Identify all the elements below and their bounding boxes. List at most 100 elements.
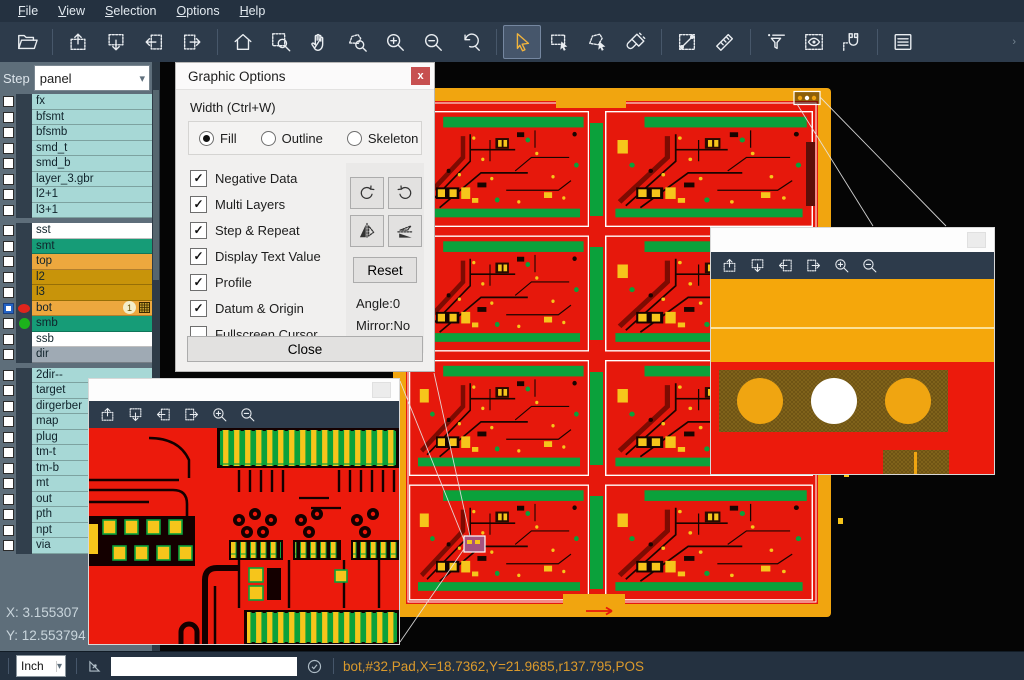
layer-active-indicator[interactable] — [16, 445, 32, 461]
panel-move-right-icon[interactable] — [173, 25, 211, 59]
zoom-in-icon[interactable] — [211, 406, 228, 423]
grid-icon[interactable] — [139, 302, 150, 313]
layer-active-indicator[interactable] — [16, 156, 32, 172]
layer-visibility-checkbox[interactable] — [0, 254, 16, 270]
layer-visibility-checkbox[interactable] — [0, 476, 16, 492]
menu-options[interactable]: Options — [166, 4, 229, 18]
layer-visibility-checkbox[interactable] — [0, 156, 16, 172]
filter-icon[interactable] — [757, 25, 795, 59]
layer-active-indicator[interactable] — [16, 285, 32, 301]
menu-file[interactable]: File — [8, 4, 48, 18]
layer-active-indicator[interactable] — [16, 538, 32, 554]
layer-active-indicator[interactable] — [16, 523, 32, 539]
close-button[interactable]: Close — [187, 336, 423, 362]
layer-visibility-checkbox[interactable] — [0, 94, 16, 110]
layer-row-dir[interactable]: dir — [0, 347, 152, 363]
layer-active-indicator[interactable] — [16, 492, 32, 508]
layer-active-indicator[interactable] — [16, 476, 32, 492]
checkbox-datum-origin[interactable]: ✓Datum & Origin — [190, 295, 321, 321]
pan-up-icon[interactable] — [721, 257, 738, 274]
menu-help[interactable]: Help — [230, 4, 276, 18]
menu-view[interactable]: View — [48, 4, 95, 18]
layer-active-indicator[interactable] — [16, 368, 32, 384]
measure-distance-icon[interactable] — [668, 25, 706, 59]
layer-visibility-checkbox[interactable] — [0, 316, 16, 332]
panel-move-left-icon[interactable] — [135, 25, 173, 59]
layer-visibility-checkbox[interactable] — [0, 538, 16, 554]
flip-vertical-button[interactable] — [388, 215, 422, 247]
layer-name[interactable]: l3 — [32, 285, 152, 301]
layer-visibility-checkbox[interactable] — [0, 430, 16, 446]
checkbox-display-text-value[interactable]: ✓Display Text Value — [190, 243, 321, 269]
scrollbar-thumb[interactable] — [153, 90, 159, 280]
layer-row-bfsmb[interactable]: bfsmb — [0, 125, 152, 141]
flip-horizontal-button[interactable] — [350, 215, 384, 247]
layer-active-indicator[interactable] — [16, 316, 32, 332]
layer-active-indicator[interactable] — [16, 187, 32, 203]
layer-name[interactable]: sst — [32, 223, 152, 239]
window-button[interactable] — [967, 232, 986, 248]
snap-magnet-icon[interactable] — [833, 25, 871, 59]
zoom-out-icon[interactable] — [239, 406, 256, 423]
layer-name[interactable]: top — [32, 254, 152, 270]
layer-active-indicator[interactable] — [16, 383, 32, 399]
layer-active-indicator[interactable] — [16, 125, 32, 141]
layer-active-indicator[interactable] — [16, 507, 32, 523]
layer-visibility-checkbox[interactable] — [0, 270, 16, 286]
magnified-pad-view[interactable] — [711, 279, 994, 474]
layer-visibility-checkbox[interactable] — [0, 110, 16, 126]
view-options-icon[interactable] — [795, 25, 833, 59]
command-input[interactable] — [111, 657, 297, 676]
layer-active-indicator[interactable] — [16, 430, 32, 446]
select-rect-icon[interactable] — [541, 25, 579, 59]
layer-name[interactable]: l2+1 — [32, 187, 152, 203]
panel-move-down-icon[interactable] — [97, 25, 135, 59]
panel-move-up-icon[interactable] — [59, 25, 97, 59]
layer-active-indicator[interactable] — [16, 399, 32, 415]
select-polygon-icon[interactable] — [579, 25, 617, 59]
checkbox-negative-data[interactable]: ✓Negative Data — [190, 165, 321, 191]
layer-active-indicator[interactable] — [16, 223, 32, 239]
layer-visibility-checkbox[interactable] — [0, 414, 16, 430]
toolbar-overflow-icon[interactable]: › — [1012, 36, 1024, 48]
magnified-pcb-view[interactable] — [89, 428, 399, 644]
radio-skeleton[interactable]: Skeleton — [347, 131, 419, 146]
layer-visibility-checkbox[interactable] — [0, 399, 16, 415]
layer-visibility-checkbox[interactable] — [0, 203, 16, 219]
layer-row-l3[interactable]: l3 — [0, 285, 152, 301]
layer-name[interactable]: fx — [32, 94, 152, 110]
pan-down-icon[interactable] — [127, 406, 144, 423]
layer-visibility-checkbox[interactable] — [0, 383, 16, 399]
layer-name[interactable]: bfsmb — [32, 125, 152, 141]
layers-panel-icon[interactable] — [884, 25, 922, 59]
layer-active-indicator[interactable] — [16, 110, 32, 126]
layer-row-layer_3.gbr[interactable]: layer_3.gbr — [0, 172, 152, 188]
magnifier-window-bottomleft[interactable] — [88, 378, 400, 645]
layer-row-sst[interactable]: sst — [0, 223, 152, 239]
radio-outline[interactable]: Outline — [261, 131, 323, 146]
layer-active-indicator[interactable] — [16, 461, 32, 477]
layer-active-indicator[interactable] — [16, 203, 32, 219]
apply-command-icon[interactable] — [306, 658, 323, 675]
layer-active-indicator[interactable] — [16, 141, 32, 157]
checkbox-step-repeat[interactable]: ✓Step & Repeat — [190, 217, 321, 243]
layer-visibility-checkbox[interactable] — [0, 332, 16, 348]
unit-select[interactable]: Inch ▾ — [16, 655, 66, 677]
window-titlebar[interactable] — [711, 228, 994, 252]
layer-name[interactable]: smb — [32, 316, 152, 332]
layer-name[interactable]: layer_3.gbr — [32, 172, 152, 188]
pan-down-icon[interactable] — [749, 257, 766, 274]
step-select[interactable]: panel ▾ — [34, 65, 150, 91]
layer-row-bfsmt[interactable]: bfsmt — [0, 110, 152, 126]
layer-active-indicator[interactable] — [16, 301, 32, 317]
corner-pick-icon[interactable] — [86, 658, 103, 675]
magnifier-window-right[interactable] — [710, 227, 995, 475]
layer-row-smb[interactable]: smb — [0, 316, 152, 332]
open-folder-icon[interactable] — [8, 25, 46, 59]
layer-name[interactable]: l3+1 — [32, 203, 152, 219]
layer-active-indicator[interactable] — [16, 94, 32, 110]
layer-row-l2[interactable]: l2 — [0, 270, 152, 286]
layer-name[interactable]: dir — [32, 347, 152, 363]
layer-active-indicator[interactable] — [16, 239, 32, 255]
layer-visibility-checkbox[interactable] — [0, 301, 16, 317]
